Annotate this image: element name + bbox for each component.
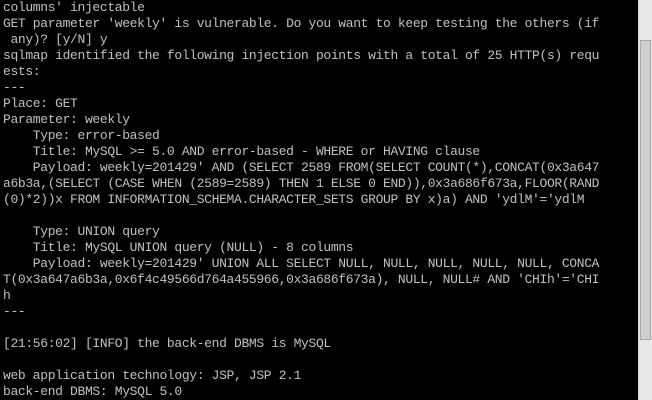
console-line: h bbox=[3, 288, 11, 303]
console-line: Type: error-based bbox=[3, 128, 160, 143]
console-line: GET parameter 'weekly' is vulnerable. Do… bbox=[3, 16, 600, 31]
console-line: T(0x3a647a6b3a,0x6f4c49566d764a455966,0x… bbox=[3, 272, 600, 287]
console-line: sqlmap identified the following injectio… bbox=[3, 48, 600, 63]
console-line: Place: GET bbox=[3, 96, 78, 111]
console-line: Title: MySQL UNION query (NULL) - 8 colu… bbox=[3, 240, 354, 255]
console-line: back-end DBMS: MySQL 5.0 bbox=[3, 384, 182, 399]
console-line: --- bbox=[3, 304, 26, 319]
console-line: Payload: weekly=201429' AND (SELECT 2589… bbox=[3, 160, 600, 175]
console-line: --- bbox=[3, 80, 26, 95]
terminal-output[interactable]: columns' injectable GET parameter 'weekl… bbox=[0, 0, 638, 400]
console-line: a6b3a,(SELECT (CASE WHEN (2589=2589) THE… bbox=[3, 176, 600, 191]
console-line: Type: UNION query bbox=[3, 224, 160, 239]
console-line: any)? [y/N] y bbox=[3, 32, 108, 47]
console-line: Title: MySQL >= 5.0 AND error-based - WH… bbox=[3, 144, 480, 159]
console-line: columns' injectable bbox=[3, 0, 145, 15]
console-line: ests: bbox=[3, 64, 41, 79]
vertical-scrollbar[interactable] bbox=[638, 0, 652, 400]
console-line: Parameter: weekly bbox=[3, 112, 130, 127]
console-line: (0)*2))x FROM INFORMATION_SCHEMA.CHARACT… bbox=[3, 192, 585, 207]
console-line: web application technology: JSP, JSP 2.1 bbox=[3, 368, 302, 383]
scrollbar-thumb[interactable] bbox=[640, 40, 651, 340]
console-line: Payload: weekly=201429' UNION ALL SELECT… bbox=[3, 256, 600, 271]
console-line: [21:56:02] [INFO] the back-end DBMS is M… bbox=[3, 336, 331, 351]
